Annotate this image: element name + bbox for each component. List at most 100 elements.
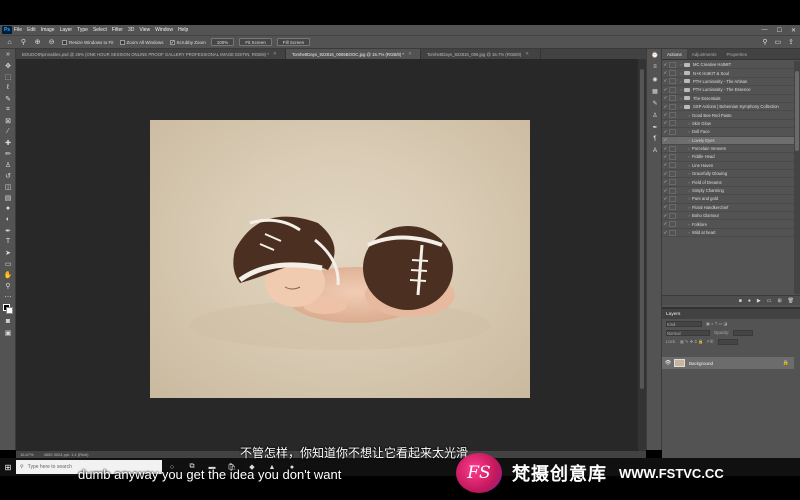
layer-kind-filter[interactable]: Kind — [666, 320, 702, 327]
menu-view[interactable]: View — [139, 27, 150, 33]
check-icon[interactable]: ✓ — [662, 188, 669, 194]
home-icon[interactable]: ⌂ — [5, 38, 14, 47]
action-row[interactable]: ✓ › Gracefully Glowing — [662, 170, 794, 179]
menu-type[interactable]: Type — [77, 27, 88, 33]
check-icon[interactable]: ✓ — [662, 62, 669, 68]
action-set-row[interactable]: ✓ › The Essentials — [662, 95, 794, 103]
record-icon[interactable]: ● — [748, 298, 751, 304]
minimize-icon[interactable]: — — [762, 27, 768, 33]
frame-tool-icon[interactable]: ⊠ — [0, 115, 16, 126]
check-icon[interactable]: ✓ — [662, 120, 669, 126]
menu-filter[interactable]: Filter — [112, 27, 123, 33]
action-row[interactable]: ✓ › Simply Charming — [662, 187, 794, 196]
fit-screen-button[interactable]: Fit Screen — [239, 38, 272, 46]
zoom-100-button[interactable]: 100% — [210, 38, 235, 46]
dialog-toggle[interactable] — [669, 179, 676, 186]
more-tools-icon[interactable]: ⋯ — [0, 291, 16, 302]
dialog-toggle[interactable] — [669, 128, 676, 135]
dialog-toggle[interactable] — [669, 120, 676, 127]
paths-icon[interactable]: ✒ — [647, 121, 663, 133]
color-icon[interactable]: ◉ — [647, 73, 663, 85]
pen-tool-icon[interactable]: ✒ — [0, 225, 16, 236]
check-icon[interactable]: ✓ — [662, 204, 669, 210]
screen-mode-icon[interactable]: ▣ — [0, 327, 16, 338]
scrollbar-thumb[interactable] — [795, 71, 799, 151]
zoom-tool-icon[interactable]: ⚲ — [0, 280, 16, 291]
dialog-toggle[interactable] — [669, 86, 676, 93]
zoom-tool-icon[interactable]: ⚲ — [19, 38, 28, 47]
check-icon[interactable]: ✓ — [662, 137, 669, 143]
menu-select[interactable]: Select — [93, 27, 107, 33]
tab-actions[interactable]: Actions — [662, 49, 687, 59]
dialog-toggle[interactable] — [669, 112, 676, 119]
action-row[interactable]: ✓ › Boho Glamour — [662, 212, 794, 221]
dialog-toggle[interactable] — [669, 145, 676, 152]
new-set-icon[interactable]: ▭ — [767, 298, 772, 304]
document-tab[interactable]: TomhettDays_922816_006.jpg @ 16.7% (RGB/… — [421, 49, 541, 59]
color-swatches[interactable] — [0, 302, 16, 316]
menu-help[interactable]: Help — [178, 27, 188, 33]
zoom-out-icon[interactable]: ⊖ — [47, 38, 56, 47]
history-icon[interactable]: ⌚ — [647, 49, 663, 61]
action-set-row[interactable]: ✓ › SSP Actions | Bohemian Symphony Collec… — [662, 103, 794, 112]
check-icon[interactable]: ✓ — [662, 154, 669, 160]
stop-icon[interactable]: ■ — [739, 298, 742, 304]
quick-mask-icon[interactable]: ◙ — [0, 316, 16, 327]
document-info[interactable]: 4500 3024 ppi: 1:1 (Rich) — [44, 452, 89, 457]
blur-tool-icon[interactable]: ● — [0, 203, 16, 214]
menu-window[interactable]: Window — [155, 27, 173, 33]
check-icon[interactable]: ✓ — [662, 87, 669, 93]
eraser-tool-icon[interactable]: ◫ — [0, 181, 16, 192]
menu-edit[interactable]: Edit — [27, 27, 36, 33]
check-icon[interactable]: ✓ — [662, 179, 669, 185]
action-row[interactable]: ✓ › Lovely Eyes — [662, 136, 794, 145]
paragraph-icon[interactable]: ¶ — [647, 133, 663, 145]
dialog-toggle[interactable] — [669, 137, 676, 144]
shape-tool-icon[interactable]: ▭ — [0, 258, 16, 269]
action-row[interactable]: ✓ › Folklore — [662, 220, 794, 229]
swatches-icon[interactable]: ▦ — [647, 85, 663, 97]
opacity-field[interactable] — [733, 329, 754, 336]
background-color-swatch[interactable] — [6, 307, 13, 314]
dialog-toggle[interactable] — [669, 78, 676, 85]
check-icon[interactable]: ✓ — [662, 162, 669, 168]
lock-icons[interactable]: ▦ ✎ ✥ ⌗ 🔒 — [680, 339, 703, 345]
dodge-tool-icon[interactable]: ◐ — [0, 214, 16, 225]
action-row[interactable]: ✓ › Wild at heart — [662, 229, 794, 238]
layer-row[interactable]: 👁 Background 🔒 — [662, 357, 794, 369]
crop-tool-icon[interactable]: ⌗ — [0, 104, 16, 115]
filter-icons[interactable]: ▣ ◐ T ▭ ◪ — [706, 321, 727, 326]
dialog-toggle[interactable] — [669, 229, 676, 236]
document-image[interactable] — [150, 120, 530, 398]
dialog-toggle[interactable] — [669, 204, 676, 211]
eyedropper-tool-icon[interactable]: ⁄ — [0, 126, 16, 137]
dialog-toggle[interactable] — [669, 212, 676, 219]
lock-icon[interactable]: 🔒 — [783, 360, 789, 366]
close-icon[interactable]: ✕ — [791, 27, 796, 34]
clone-source-icon[interactable]: ♙ — [647, 109, 663, 121]
history-brush-tool-icon[interactable]: ↺ — [0, 170, 16, 181]
healing-brush-tool-icon[interactable]: ✚ — [0, 137, 16, 148]
check-icon[interactable]: ✓ — [662, 171, 669, 177]
dialog-toggle[interactable] — [669, 61, 676, 68]
fill-field[interactable] — [717, 338, 738, 345]
dialog-toggle[interactable] — [669, 162, 676, 169]
menu-3d[interactable]: 3D — [128, 27, 134, 33]
dialog-toggle[interactable] — [669, 195, 676, 202]
action-row[interactable]: ✓ › Porcelain Veneers — [662, 145, 794, 154]
action-set-row[interactable]: ✓ › N+K HotKIT & Soul — [662, 69, 794, 78]
character-icon[interactable]: A — [647, 145, 663, 157]
action-set-row[interactable]: ✓ › MC Creative HotMIT — [662, 61, 794, 70]
scrollbar-thumb[interactable] — [640, 69, 644, 389]
check-icon[interactable]: ✓ — [662, 146, 669, 152]
close-tab-icon[interactable]: ✕ — [408, 51, 412, 57]
check-icon[interactable]: ✓ — [662, 196, 669, 202]
check-icon[interactable]: ✓ — [662, 129, 669, 135]
document-tab[interactable]: BOUDOIRpinnables.psd @ 25% (ONE HOUR SES… — [16, 49, 286, 59]
layer-name[interactable]: Background — [689, 361, 713, 366]
action-row[interactable]: ✓ › Skin Glow — [662, 120, 794, 129]
check-icon[interactable]: ✓ — [662, 112, 669, 118]
menu-file[interactable]: File — [14, 27, 22, 33]
workspace-icon[interactable]: ▭ — [775, 38, 782, 46]
path-select-tool-icon[interactable]: ➤ — [0, 247, 16, 258]
